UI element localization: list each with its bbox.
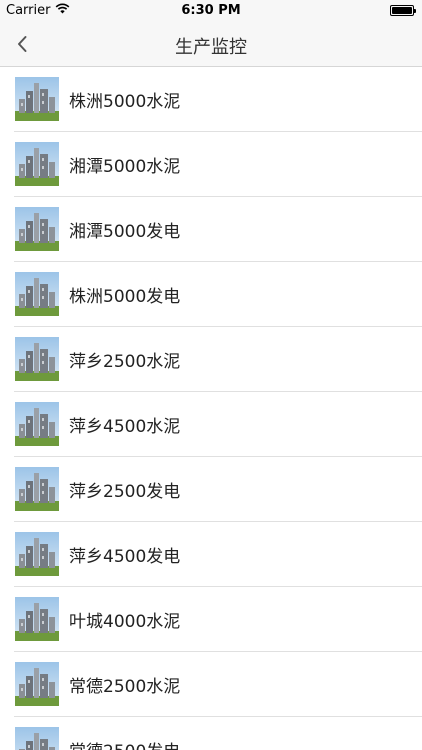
page-title: 生产监控: [175, 37, 247, 58]
factory-photo: [15, 467, 59, 511]
list-item[interactable]: 萍乡4500发电: [0, 522, 422, 587]
factory-photo: [15, 207, 59, 251]
list-item-label: 株洲5000发电: [69, 287, 181, 307]
list-item-label: 株洲5000水泥: [69, 92, 181, 112]
factory-photo: [15, 597, 59, 641]
list-item[interactable]: 株洲5000发电: [0, 262, 422, 327]
factory-photo: [15, 77, 59, 121]
battery-icon: [390, 5, 416, 16]
factory-photo: [15, 727, 59, 750]
factory-photo: [15, 142, 59, 186]
navigation-bar: 生产监控: [0, 22, 422, 67]
factory-photo: [15, 402, 59, 446]
list-item[interactable]: 萍乡4500水泥: [0, 392, 422, 457]
list-item[interactable]: 常德2500水泥: [0, 652, 422, 717]
list-item[interactable]: 萍乡2500水泥: [0, 327, 422, 392]
list-item-label: 萍乡4500发电: [69, 547, 181, 567]
list-item[interactable]: 湘潭5000水泥: [0, 132, 422, 197]
list-item-label: 叶城4000水泥: [69, 612, 181, 632]
list-item[interactable]: 萍乡2500发电: [0, 457, 422, 522]
list-item[interactable]: 叶城4000水泥: [0, 587, 422, 652]
list-item[interactable]: 株洲5000水泥: [0, 67, 422, 132]
list-item-label: 萍乡4500水泥: [69, 417, 181, 437]
list-item-label: 常德2500发电: [69, 737, 180, 750]
monitor-list: 株洲5000水泥 湘潭5000水泥 湘潭5000发电 株洲5000发电 萍乡25…: [0, 67, 422, 750]
factory-photo: [15, 662, 59, 706]
list-item-label: 常德2500水泥: [69, 677, 181, 697]
list-item[interactable]: 常德2500发电: [0, 717, 422, 750]
status-time: 6:30 PM: [181, 3, 241, 18]
factory-photo: [15, 272, 59, 316]
status-bar: Carrier 6:30 PM: [0, 0, 422, 22]
factory-photo: [15, 532, 59, 576]
list-item-label: 萍乡2500水泥: [69, 352, 181, 372]
list-item[interactable]: 湘潭5000发电: [0, 197, 422, 262]
list-item-label: 萍乡2500发电: [69, 482, 181, 502]
list-item-label: 湘潭5000水泥: [69, 157, 181, 177]
factory-photo: [15, 337, 59, 381]
list-item-label: 湘潭5000发电: [69, 222, 181, 242]
